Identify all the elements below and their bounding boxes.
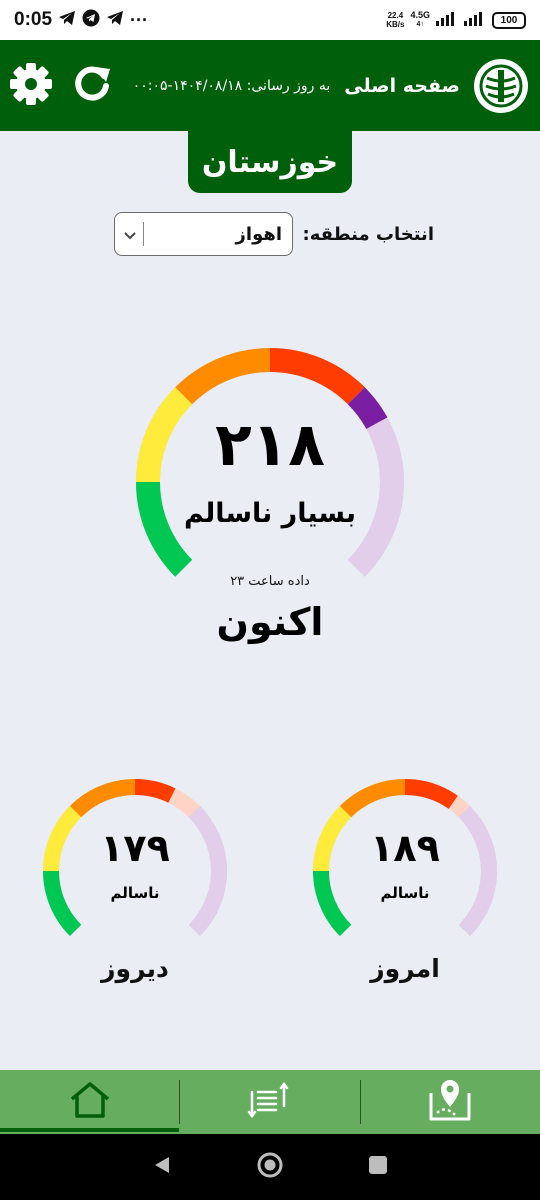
yesterday-aqi-value: ۱۷۹ [100,826,170,870]
now-label: اکنون [216,600,324,644]
today-aqi-status: ناسالم [380,884,430,902]
gauge-segment-remaining [448,795,471,818]
yesterday-aqi-gauge: ۱۷۹ ناسالم [40,776,230,946]
signal-icon [464,10,486,31]
status-bar: 0:05 ··· 22.4 KB/s 4.5G 4↑ 100 [0,0,540,40]
current-aqi-value: ۲۱۸ [215,410,325,480]
page-title: صفحه اصلی [344,74,460,97]
more-notifications-icon: ··· [130,9,149,30]
today-aqi-gauge: ۱۸۹ ناسالم [310,776,500,946]
yesterday-label: دیروز [101,954,169,983]
app-header: صفحه اصلی به روز رسانی: ۱۴۰۴/۰۸/۱۸-۰۰:۰۵ [0,40,540,131]
region-select[interactable]: اهواز [114,212,293,256]
home-circle-icon[interactable] [256,1151,284,1183]
last-update-label: به روز رسانی: [246,77,331,94]
gauge-segment [404,779,458,809]
telegram-icon [58,10,76,31]
gauge-segment [339,779,406,818]
network-speed: 22.4 KB/s [386,11,405,29]
today-aqi-value: ۱۸۹ [370,826,440,870]
region-selector-row: اهواز انتخاب منطقه: [114,211,434,257]
system-navigation-bar [0,1134,540,1200]
network-type: 4.5G 4↑ [410,10,430,29]
current-aqi-gauge: ۲۱۸ بسیار ناسالم [134,346,406,586]
data-hour: داده ساعت ۲۳ [230,574,310,589]
current-aqi-status: بسیار ناسالم [184,498,356,529]
bottom-navigation [0,1070,540,1134]
region-selected-value: اهواز [235,223,282,245]
gauge-segment [134,779,176,803]
today-label: امروز [370,954,440,983]
status-time: 0:05 [14,9,53,30]
chevron-down-icon [123,225,137,244]
back-icon[interactable] [151,1154,173,1180]
telegram-icon [106,10,124,31]
gauge-segment [69,779,136,818]
nav-map[interactable] [361,1070,540,1134]
home-icon [68,1081,112,1123]
gauge-segment [175,348,271,405]
telegram-icon [82,9,100,32]
sort-list-icon [246,1080,294,1124]
map-pin-icon [425,1077,475,1127]
gauge-segment-remaining [168,788,201,818]
refresh-icon[interactable] [70,62,114,110]
gauge-segment [269,348,365,405]
signal-icon [436,10,458,31]
last-update: به روز رسانی: ۱۴۰۴/۰۸/۱۸-۰۰:۰۵ [133,78,331,94]
yesterday-aqi-status: ناسالم [110,884,160,902]
province-title: خوزستان [188,131,352,193]
last-update-value: ۱۴۰۴/۰۸/۱۸-۰۰:۰۵ [132,77,243,94]
nav-home[interactable] [0,1070,180,1134]
battery-indicator: 100 [492,11,526,29]
recent-apps-icon[interactable] [367,1154,389,1180]
nav-list[interactable] [180,1070,359,1134]
region-label: انتخاب منطقه: [302,223,434,245]
gear-icon[interactable] [8,61,54,111]
app-logo [474,58,528,113]
